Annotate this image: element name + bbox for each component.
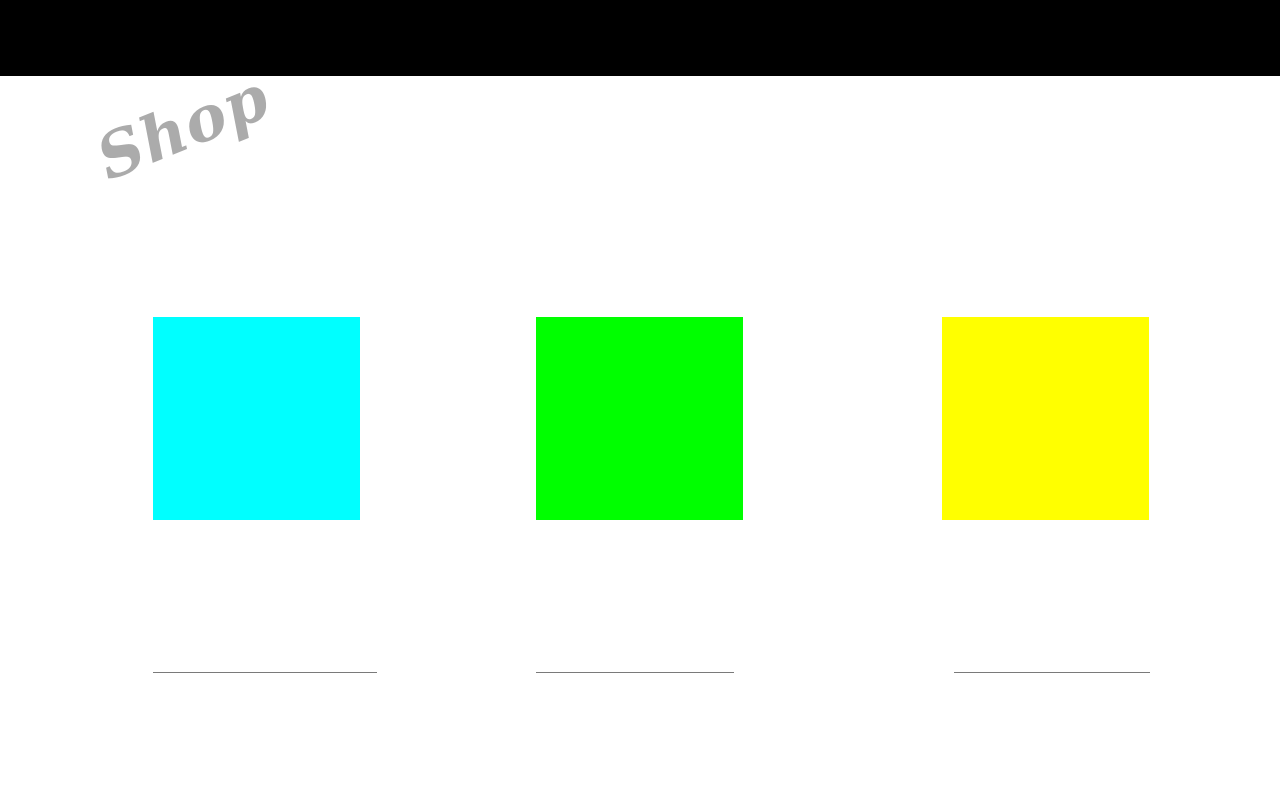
product-image-1[interactable] xyxy=(153,317,360,520)
page-title: Shop xyxy=(86,60,280,195)
product-card-2[interactable] xyxy=(536,317,743,520)
top-navigation-bar xyxy=(0,0,1280,76)
product-card-1[interactable] xyxy=(153,317,360,520)
product-divider-3 xyxy=(954,672,1150,673)
product-image-3[interactable] xyxy=(942,317,1149,520)
product-divider-1 xyxy=(153,672,377,673)
product-image-2[interactable] xyxy=(536,317,743,520)
product-divider-2 xyxy=(536,672,734,673)
product-card-3[interactable] xyxy=(942,317,1149,520)
